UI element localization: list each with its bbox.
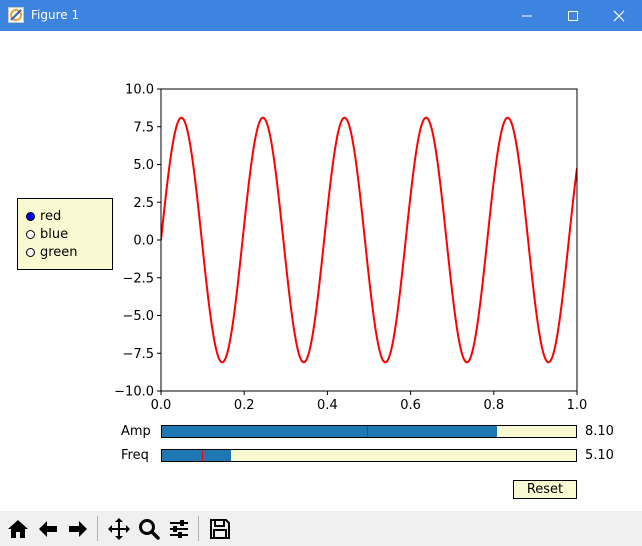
pan-button[interactable] [104, 514, 133, 543]
radio-circle-icon [26, 229, 35, 239]
back-arrow-icon [38, 520, 57, 537]
save-button[interactable] [205, 514, 234, 543]
x-tick-label: 0.4 [317, 398, 338, 413]
y-tick-label: −7.5 [122, 347, 154, 362]
y-tick-label: −5.0 [122, 309, 154, 324]
freq-slider-label: Freq [121, 448, 149, 463]
curve-layer [161, 116, 577, 364]
freq-initial-marker [202, 450, 204, 461]
radio-option-green[interactable]: green [26, 244, 78, 260]
forward-arrow-icon [68, 520, 87, 537]
back-button[interactable] [33, 514, 62, 543]
zoom-button[interactable] [134, 514, 163, 543]
reset-button[interactable]: Reset [513, 480, 577, 499]
amp-slider-label: Amp [121, 424, 151, 439]
amp-value: 8.10 [585, 424, 614, 439]
x-tick-label: 0.0 [151, 398, 172, 413]
x-tick-label: 0.6 [400, 398, 421, 413]
configure-subplots-icon [169, 519, 188, 538]
zoom-icon [138, 518, 160, 540]
x-tick-label: 0.2 [234, 398, 255, 413]
y-tick-label: 5.0 [133, 158, 154, 173]
color-radio-panel: red blue green [17, 198, 113, 270]
y-tick-label: 0.0 [133, 234, 154, 249]
y-tick-label: −2.5 [122, 271, 154, 286]
toolbar-separator [97, 516, 98, 541]
forward-button[interactable] [63, 514, 92, 543]
radio-label: red [40, 208, 62, 224]
radio-circle-icon [26, 247, 35, 257]
save-icon [209, 518, 230, 539]
radio-label: green [40, 244, 78, 260]
y-tick-label: 7.5 [133, 120, 154, 135]
y-tick-label: 10.0 [125, 83, 154, 98]
radio-option-blue[interactable]: blue [26, 226, 68, 242]
y-tick-label: 2.5 [133, 196, 154, 211]
radio-label: blue [40, 226, 69, 242]
radio-circle-icon [26, 211, 35, 221]
series-line-red [161, 116, 577, 364]
home-button[interactable] [3, 514, 32, 543]
freq-slider-fill[interactable] [162, 450, 232, 461]
toolbar-separator [198, 516, 199, 541]
freq-value: 5.10 [585, 448, 614, 463]
amp-slider-fill[interactable] [162, 426, 497, 437]
navigation-toolbar [0, 511, 642, 546]
pan-icon [107, 517, 130, 540]
home-icon [7, 519, 28, 538]
amp-initial-marker [366, 426, 368, 437]
freq-slider[interactable] [161, 449, 577, 462]
configure-subplots-button[interactable] [164, 514, 193, 543]
amp-slider[interactable] [161, 425, 577, 438]
y-tick-label: −10.0 [114, 385, 154, 400]
x-tick-label: 0.8 [483, 398, 504, 413]
x-tick-label: 1.0 [567, 398, 588, 413]
radio-option-red[interactable]: red [26, 208, 61, 224]
